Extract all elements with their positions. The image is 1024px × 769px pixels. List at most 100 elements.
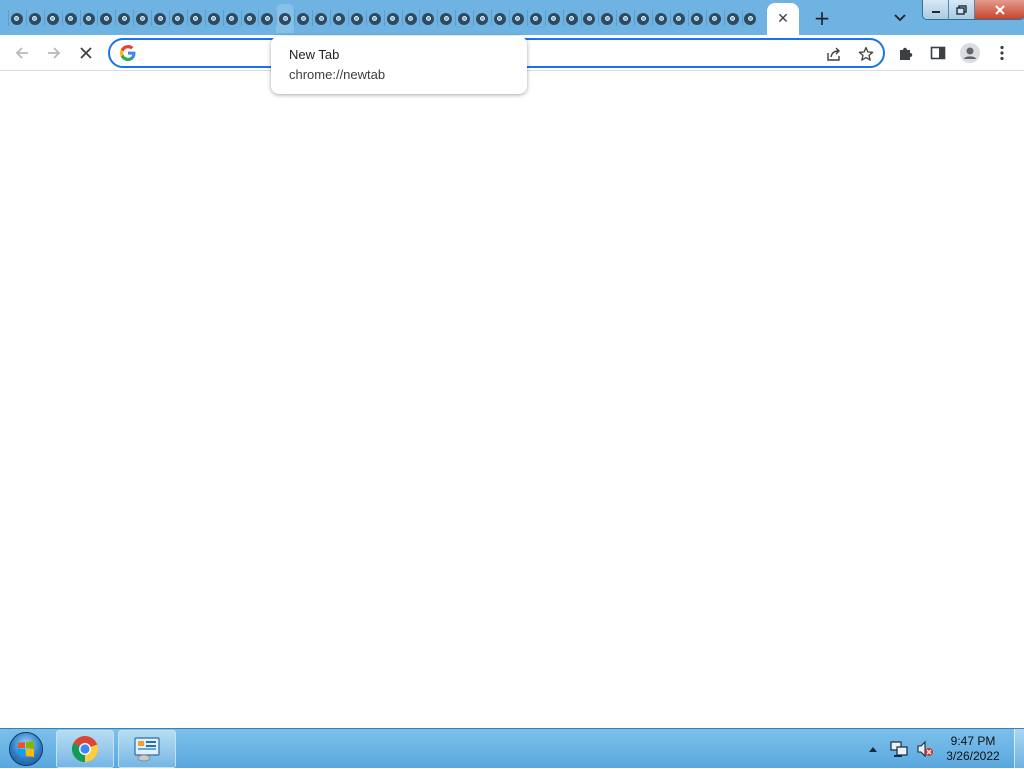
chrome-favicon-icon (726, 12, 739, 25)
chrome-favicon-icon (189, 12, 202, 25)
puzzle-piece-icon (900, 47, 913, 60)
browser-tab[interactable] (669, 4, 688, 33)
chrome-favicon-icon (368, 12, 381, 25)
browser-tab[interactable] (437, 4, 455, 33)
chrome-favicon-icon (655, 12, 667, 25)
browser-tab[interactable] (598, 4, 616, 33)
extensions-button[interactable] (890, 37, 922, 69)
show-hidden-icons-button[interactable] (862, 738, 884, 760)
browser-tab[interactable] (276, 4, 295, 33)
browser-tab[interactable] (365, 4, 384, 33)
browser-tab[interactable] (115, 4, 133, 33)
tab-close-icon[interactable]: ✕ (777, 12, 789, 26)
network-icon (890, 741, 908, 757)
windows-taskbar: 9:47 PM 3/26/2022 (0, 728, 1024, 769)
minimize-button[interactable] (923, 0, 949, 19)
profile-avatar-icon (960, 43, 980, 63)
more-vertical-icon (1000, 45, 1004, 61)
tab-hover-card: New Tab chrome://newtab (271, 36, 527, 94)
chrome-favicon-icon (708, 12, 721, 25)
page-content (0, 72, 1024, 728)
browser-tab[interactable] (43, 4, 62, 33)
browser-tab[interactable] (25, 4, 44, 33)
caret-up-icon (869, 747, 877, 752)
chrome-favicon-icon (529, 12, 542, 25)
browser-tab[interactable] (383, 4, 402, 33)
browser-tab[interactable] (544, 4, 563, 33)
stop-loading-icon (80, 47, 92, 59)
restore-button[interactable] (949, 0, 975, 19)
side-panel-button[interactable] (922, 37, 954, 69)
chrome-favicon-icon (261, 12, 274, 25)
taskbar-clock[interactable]: 9:47 PM 3/26/2022 (940, 734, 1006, 764)
taskbar-chrome[interactable] (56, 730, 114, 768)
taskbar-control-panel[interactable] (118, 730, 176, 768)
volume-muted-icon (917, 740, 933, 758)
back-button[interactable] (6, 37, 38, 69)
browser-tab[interactable] (741, 4, 760, 33)
browser-tab[interactable] (616, 4, 634, 33)
browser-tab[interactable] (8, 4, 26, 33)
chrome-favicon-icon (637, 12, 650, 25)
chrome-favicon-icon (297, 12, 310, 25)
chrome-favicon-icon (118, 12, 131, 25)
browser-tab[interactable] (330, 4, 348, 33)
browser-tab[interactable] (222, 4, 241, 33)
chrome-favicon-icon (350, 12, 363, 25)
network-button[interactable] (888, 738, 910, 760)
profile-button[interactable] (954, 37, 986, 69)
browser-tab[interactable] (652, 4, 670, 33)
volume-button[interactable] (914, 738, 936, 760)
close-window-button[interactable] (975, 0, 1024, 19)
browser-tab[interactable] (240, 4, 259, 33)
active-tab[interactable]: ✕ (767, 3, 799, 35)
browser-tab[interactable] (258, 4, 276, 33)
chrome-favicon-icon (225, 12, 238, 25)
browser-tab[interactable] (151, 4, 169, 33)
browser-tab[interactable] (294, 4, 312, 33)
browser-tab[interactable] (97, 4, 115, 33)
show-desktop-button[interactable] (1014, 729, 1024, 769)
chrome-favicon-icon (690, 12, 703, 25)
browser-tab[interactable] (347, 4, 366, 33)
browser-tab[interactable] (169, 4, 187, 33)
side-panel-icon (930, 46, 946, 60)
new-tab-button[interactable]: + (808, 4, 836, 32)
clock-date: 3/26/2022 (946, 749, 1000, 763)
chrome-favicon-icon (672, 12, 685, 25)
chrome-favicon-icon (279, 12, 292, 25)
share-icon (827, 47, 840, 61)
browser-tab[interactable] (473, 4, 491, 33)
browser-tab[interactable] (401, 4, 420, 33)
tab-search-button[interactable] (886, 4, 914, 32)
start-button[interactable] (4, 730, 48, 768)
chrome-favicon-icon (386, 12, 399, 25)
browser-tab[interactable] (61, 4, 80, 33)
browser-tab[interactable] (79, 4, 98, 33)
browser-tab[interactable] (580, 4, 599, 33)
browser-tab[interactable] (455, 4, 473, 33)
browser-tab[interactable] (204, 4, 223, 33)
browser-tab[interactable] (133, 4, 151, 33)
stop-button[interactable] (70, 37, 102, 69)
browser-tab[interactable] (186, 4, 205, 33)
chrome-favicon-icon (136, 12, 149, 25)
browser-tab[interactable] (634, 4, 652, 33)
browser-tab[interactable] (312, 4, 330, 33)
chrome-favicon-icon (422, 12, 435, 25)
browser-tab[interactable] (491, 4, 509, 33)
browser-tab[interactable] (562, 4, 581, 33)
chrome-favicon-icon (315, 12, 328, 25)
plus-icon: + (813, 6, 831, 30)
forward-button[interactable] (38, 37, 70, 69)
browser-tab[interactable] (526, 4, 545, 33)
bookmark-button[interactable] (853, 42, 879, 66)
browser-tab[interactable] (687, 4, 706, 33)
browser-tab[interactable] (723, 4, 742, 33)
browser-tab[interactable] (508, 4, 527, 33)
browser-tab[interactable] (705, 4, 724, 33)
share-button[interactable] (821, 42, 847, 66)
browser-menu-button[interactable] (986, 37, 1018, 69)
browser-tab[interactable] (419, 4, 437, 33)
chrome-favicon-icon (10, 12, 23, 25)
